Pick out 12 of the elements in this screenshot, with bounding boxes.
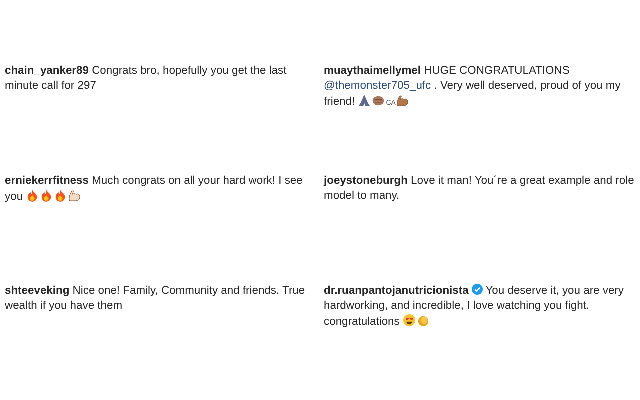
comment-text: dr.ruanpantojanutricionista You deserve it, you are very hardworking, and incredible, I love watching you fight. congratulations <box>324 284 626 330</box>
comment-text: erniekerrfitness Much congrats on all your hard work! I see you <box>5 174 304 205</box>
heart-eyes-face-icon <box>403 314 416 327</box>
fire-icon <box>54 189 68 202</box>
flexed-arm-icon <box>68 189 82 202</box>
comment-text: chain_yanker89 Congrats bro, hopefully you get the last minute call for 297 <box>5 64 288 94</box>
comment-text: joeystoneburgh Love it man! You´re a great example and role model to many. <box>324 174 636 204</box>
mention-link[interactable]: @themonster705_ufc <box>324 80 432 92</box>
fire-icon <box>26 189 40 202</box>
flexed-arm-icon <box>396 94 409 107</box>
comment-text: shteeveking Nice one! Family, Community and friends. True wealth if you have them <box>5 284 306 314</box>
fire-icon <box>40 189 54 202</box>
